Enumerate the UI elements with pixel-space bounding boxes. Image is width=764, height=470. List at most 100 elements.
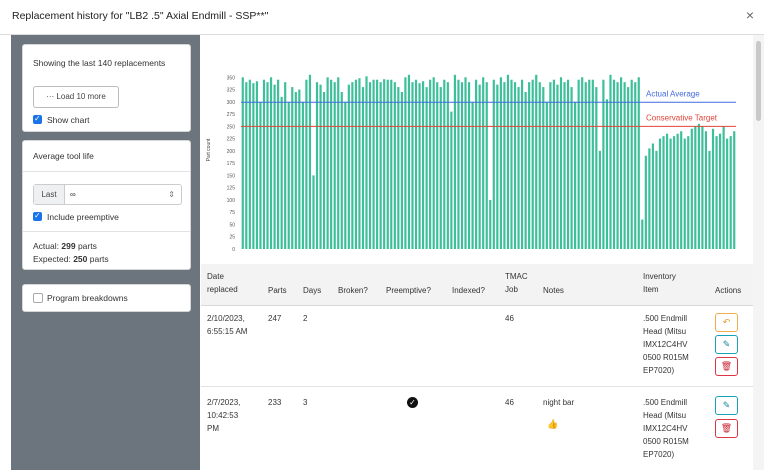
chart-bar xyxy=(464,77,467,249)
program-breakdowns-label: Program breakdowns xyxy=(47,293,128,303)
chart-bar xyxy=(347,84,350,249)
col-parts: Parts xyxy=(268,286,287,295)
chart-bar xyxy=(552,79,555,249)
chart-bar xyxy=(439,87,442,249)
col-notes: Notes xyxy=(543,286,564,295)
y-tick-label: 350 xyxy=(227,75,236,81)
chart-bar xyxy=(376,79,379,249)
col-broken: Broken? xyxy=(338,286,368,295)
include-preemptive-checkbox[interactable] xyxy=(33,211,42,221)
sidebar: Showing the last 140 replacements ··· Lo… xyxy=(11,35,200,470)
divider xyxy=(23,171,190,172)
close-icon[interactable]: × xyxy=(746,7,754,23)
chart-bar xyxy=(669,138,672,249)
divider xyxy=(23,231,190,232)
chart-bar xyxy=(602,79,605,249)
y-tick-label: 50 xyxy=(229,222,235,228)
delete-button[interactable]: 🗑 xyxy=(715,357,738,376)
chart-bar xyxy=(609,74,612,249)
chart-bar xyxy=(351,82,354,249)
col-date-replaced: Date replaced xyxy=(207,270,238,296)
chart-bar xyxy=(726,138,729,249)
trash-icon: 🗑 xyxy=(720,361,733,371)
reference-line-label: Conservative Target xyxy=(646,113,718,122)
chart-bar xyxy=(344,101,347,249)
thumbs-up-icon: 👍 xyxy=(547,419,559,429)
chart-bar xyxy=(644,155,647,249)
chart-bar xyxy=(566,79,570,249)
y-axis-label: Part count xyxy=(206,138,212,161)
load-more-button[interactable]: ··· Load 10 more xyxy=(33,86,119,108)
chart-bar xyxy=(361,87,365,249)
chart-bar xyxy=(457,79,460,249)
chart-bar xyxy=(280,96,283,249)
chart-bar xyxy=(383,79,386,249)
row-divider xyxy=(201,386,753,387)
modal-header: Replacement history for "LB2 .5" Axial E… xyxy=(0,0,764,35)
chart-bar xyxy=(701,126,704,249)
chart-bar xyxy=(245,82,248,249)
chart-bar xyxy=(492,79,495,249)
avg-tool-life-header: Average tool life xyxy=(33,151,94,161)
program-breakdowns-checkbox[interactable] xyxy=(33,293,43,303)
actual-parts: Actual: 299 parts xyxy=(33,241,97,251)
undo-icon: ↶ xyxy=(722,317,731,327)
chart-bar xyxy=(704,131,708,249)
header-tmac-line1: TMAC xyxy=(505,272,528,281)
chart-bar xyxy=(556,84,559,249)
table-header: Date replaced Parts Days Broken? Preempt… xyxy=(201,264,753,306)
last-count-input[interactable]: Last ∞ ⇕ xyxy=(33,184,182,205)
chart-bar xyxy=(520,79,524,249)
edit-button[interactable]: ✎ xyxy=(715,396,738,415)
row2-parts: 233 xyxy=(268,398,282,407)
chart-bar xyxy=(718,133,722,249)
edit-button[interactable]: ✎ xyxy=(715,335,738,354)
chart-bar xyxy=(429,79,432,249)
chart-bar xyxy=(277,79,280,249)
undo-button[interactable]: ↶ xyxy=(715,313,738,332)
chart-bar xyxy=(397,87,400,249)
chart-bar xyxy=(531,79,534,249)
row1-date: 2/10/2023, 6:55:15 AM xyxy=(207,312,247,338)
chart-bar xyxy=(634,82,637,249)
chart-bar xyxy=(584,82,587,249)
chart-bar xyxy=(733,131,736,249)
chart-bar xyxy=(630,79,633,249)
stepper-icon[interactable]: ⇕ xyxy=(168,185,175,204)
chart-bar xyxy=(404,77,407,249)
chart-bar xyxy=(570,87,573,249)
chart-bar xyxy=(715,136,718,249)
chart-bar xyxy=(637,77,640,249)
delete-button[interactable]: 🗑 xyxy=(715,419,738,438)
row1-days: 2 xyxy=(303,314,308,323)
replacement-chart: Part count 0 25 50 75 100 125 150 175 200 225 250 2… xyxy=(201,35,753,264)
chart-bar xyxy=(722,126,725,249)
chart-bar xyxy=(368,82,372,249)
chart-bar xyxy=(308,74,312,249)
chart-bar xyxy=(598,150,601,249)
scrollbar[interactable] xyxy=(753,35,764,470)
chart-bar xyxy=(581,77,584,249)
chart-bar xyxy=(471,101,474,249)
row2-days: 3 xyxy=(303,398,308,407)
chart-bar xyxy=(517,87,520,249)
scrollbar-thumb[interactable] xyxy=(756,41,761,121)
chart-bar xyxy=(496,84,499,249)
show-chart-checkbox[interactable] xyxy=(33,114,42,124)
chart-bar xyxy=(549,82,552,249)
chart-bar xyxy=(655,150,658,249)
actual-prefix: Actual: xyxy=(33,241,59,251)
chart-bar xyxy=(287,101,290,249)
chart-bar xyxy=(407,74,411,249)
chart-bar xyxy=(453,74,456,249)
chart-bar xyxy=(421,81,425,249)
header-inventory-line1: Inventory xyxy=(643,272,676,281)
chart-bar xyxy=(616,82,619,249)
header-date-line1: Date xyxy=(207,272,224,281)
chart-bar xyxy=(697,123,700,249)
row2-inv-line3: IMX12C4HV xyxy=(643,424,688,433)
chart-bar xyxy=(248,79,251,249)
row2-notes: night bar xyxy=(543,398,575,407)
chart-bar xyxy=(294,91,297,249)
col-days: Days xyxy=(303,286,322,295)
